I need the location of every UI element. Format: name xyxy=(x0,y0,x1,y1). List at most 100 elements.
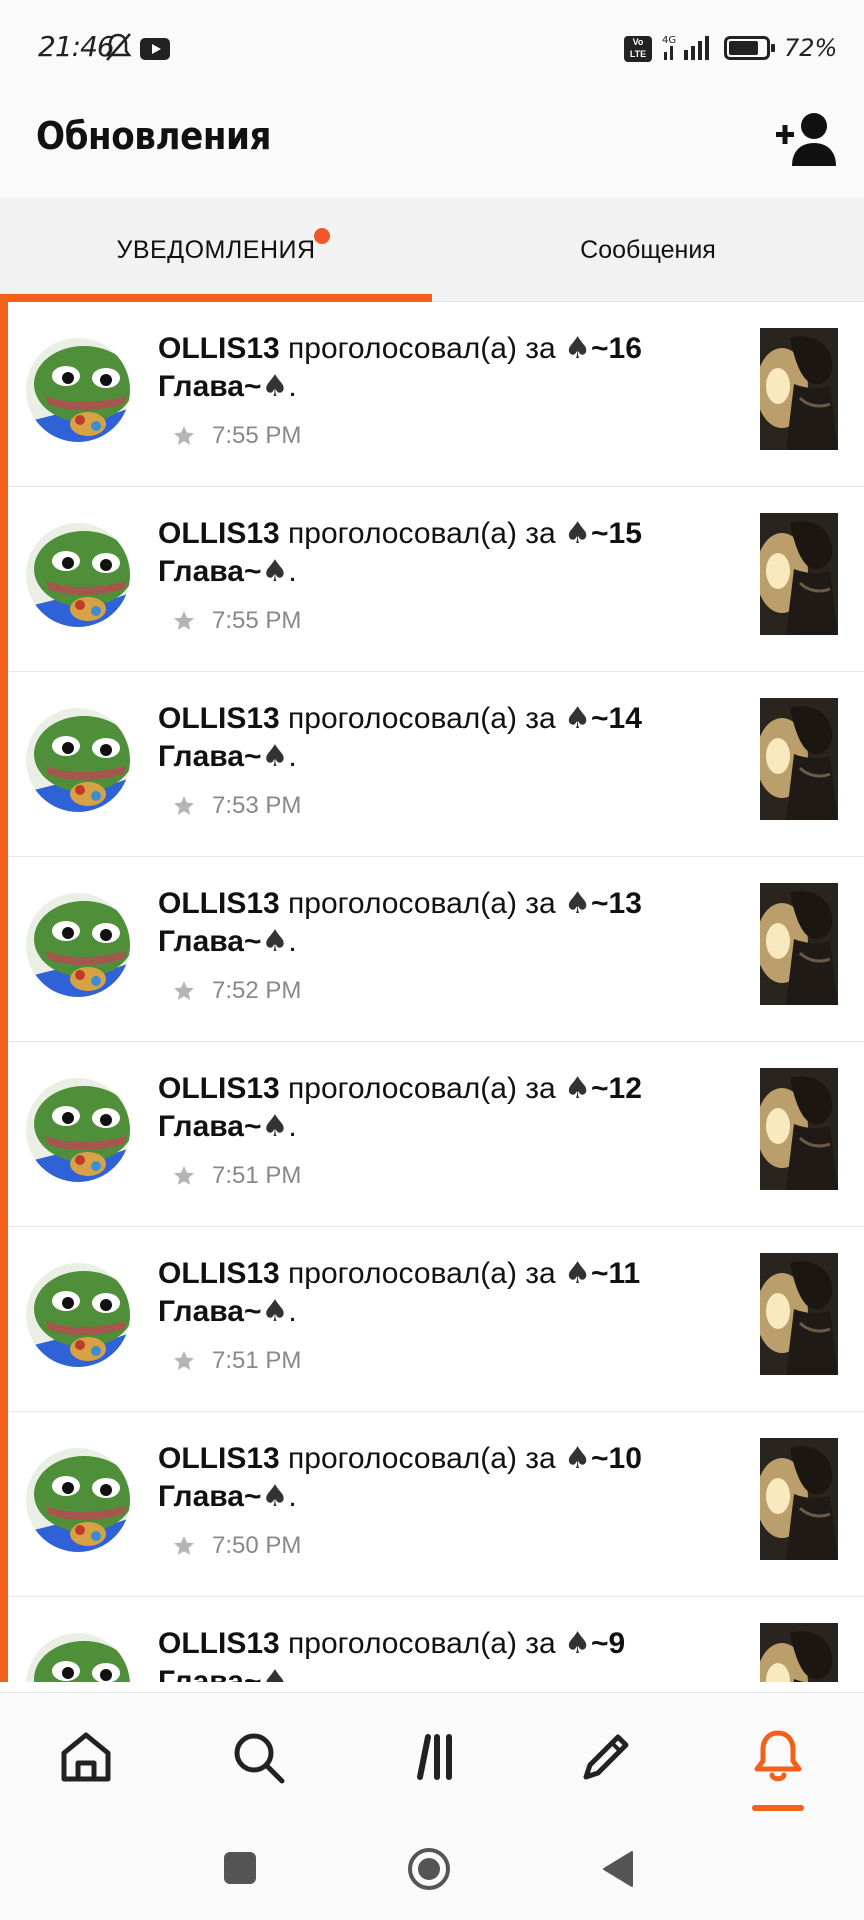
battery-icon xyxy=(724,36,775,60)
avatar[interactable] xyxy=(26,893,130,997)
story-thumbnail[interactable] xyxy=(760,883,838,1005)
star-icon xyxy=(174,796,194,815)
search-icon[interactable] xyxy=(228,1727,288,1787)
notification-row[interactable]: OLLIS13 проголосовал(а) за ♠~15 Глава~♠. … xyxy=(8,487,864,672)
time-row: 7:50 PM xyxy=(172,1530,301,1562)
notification-row[interactable]: OLLIS13 проголосовал(а) за ♠~11 Глава~♠. … xyxy=(8,1227,864,1412)
story-thumbnail[interactable] xyxy=(760,328,838,450)
action-text: проголосовал(а) за xyxy=(279,1627,565,1660)
avatar[interactable] xyxy=(26,708,130,812)
spade-icon: ♠ xyxy=(564,1441,591,1476)
home-icon[interactable] xyxy=(56,1727,116,1787)
page-title: Обновления xyxy=(36,114,272,158)
notification-badge xyxy=(314,228,330,244)
bell-icon[interactable] xyxy=(748,1727,808,1787)
username[interactable]: OLLIS13 xyxy=(158,1442,280,1475)
spade-icon: ♠ xyxy=(564,1071,591,1106)
add-user-icon[interactable] xyxy=(776,110,840,168)
notification-text: OLLIS13 проголосовал(а) за ♠~10 Глава~♠. xyxy=(158,1440,698,1516)
active-nav-indicator xyxy=(752,1805,804,1811)
notification-text: OLLIS13 проголосовал(а) за ♠~14 Глава~♠. xyxy=(158,700,698,776)
home-circle-icon[interactable] xyxy=(406,1846,452,1892)
signal-icon: 4G xyxy=(662,35,709,60)
story-thumbnail[interactable] xyxy=(760,1253,838,1375)
tab-notifications-label: УВЕДОМЛЕНИЯ xyxy=(116,235,316,264)
timestamp: 7:52 PM xyxy=(212,977,302,1004)
recent-apps-icon[interactable] xyxy=(224,1852,256,1884)
star-icon xyxy=(174,611,194,630)
notification-row[interactable]: OLLIS13 проголосовал(а) за ♠~16 Глава~♠. … xyxy=(8,302,864,487)
time-row: 7:55 PM xyxy=(172,420,301,452)
story-thumbnail[interactable] xyxy=(760,513,838,635)
suffix: . xyxy=(288,740,297,773)
avatar[interactable] xyxy=(26,1448,130,1552)
username[interactable]: OLLIS13 xyxy=(158,702,280,735)
notification-row[interactable]: OLLIS13 проголосовал(а) за ♠~9 Глава~♠. xyxy=(8,1597,864,1682)
action-text: проголосовал(а) за xyxy=(279,1072,565,1105)
spade-icon: ♠ xyxy=(261,1294,289,1329)
story-thumbnail[interactable] xyxy=(760,1068,838,1190)
status-time: 21:46 xyxy=(38,30,115,63)
spade-icon: ♠ xyxy=(564,1256,591,1291)
tab-messages-label: Сообщения xyxy=(580,235,716,264)
time-row: 7:52 PM xyxy=(172,975,301,1007)
spade-icon: ♠ xyxy=(261,924,289,959)
action-text: проголосовал(а) за xyxy=(279,332,565,365)
bottom-nav xyxy=(0,1692,864,1822)
pencil-icon[interactable] xyxy=(576,1727,636,1787)
tab-bar: УВЕДОМЛЕНИЯ Сообщения xyxy=(0,198,864,302)
suffix: . xyxy=(288,1110,297,1143)
story-thumbnail[interactable] xyxy=(760,698,838,820)
notification-row[interactable]: OLLIS13 проголосовал(а) за ♠~14 Глава~♠. … xyxy=(8,672,864,857)
avatar[interactable] xyxy=(26,338,130,442)
suffix: . xyxy=(288,1665,297,1682)
notification-text: OLLIS13 проголосовал(а) за ♠~12 Глава~♠. xyxy=(158,1070,698,1146)
notification-list[interactable]: OLLIS13 проголосовал(а) за ♠~16 Глава~♠. … xyxy=(8,302,864,1682)
action-text: проголосовал(а) за xyxy=(279,887,565,920)
network-label: 4G xyxy=(662,35,676,46)
suffix: . xyxy=(288,1480,297,1513)
system-nav-bar xyxy=(0,1822,864,1920)
username[interactable]: OLLIS13 xyxy=(158,332,280,365)
spade-icon: ♠ xyxy=(261,1479,289,1514)
timestamp: 7:50 PM xyxy=(212,1532,302,1559)
notification-row[interactable]: OLLIS13 проголосовал(а) за ♠~13 Глава~♠. … xyxy=(8,857,864,1042)
spade-icon: ♠ xyxy=(261,369,289,404)
star-icon xyxy=(174,1166,194,1185)
avatar[interactable] xyxy=(26,1263,130,1367)
library-icon[interactable] xyxy=(404,1727,464,1787)
notification-text: OLLIS13 проголосовал(а) за ♠~15 Глава~♠. xyxy=(158,515,698,591)
story-thumbnail[interactable] xyxy=(760,1623,838,1682)
notification-row[interactable]: OLLIS13 проголосовал(а) за ♠~12 Глава~♠. … xyxy=(8,1042,864,1227)
username[interactable]: OLLIS13 xyxy=(158,1072,280,1105)
username[interactable]: OLLIS13 xyxy=(158,517,280,550)
timestamp: 7:55 PM xyxy=(212,607,302,634)
timestamp: 7:53 PM xyxy=(212,792,302,819)
notification-text: OLLIS13 проголосовал(а) за ♠~13 Глава~♠. xyxy=(158,885,698,961)
username[interactable]: OLLIS13 xyxy=(158,1257,280,1290)
action-text: проголосовал(а) за xyxy=(279,517,565,550)
avatar[interactable] xyxy=(26,1078,130,1182)
notification-text: OLLIS13 проголосовал(а) за ♠~16 Глава~♠. xyxy=(158,330,698,406)
spade-icon: ♠ xyxy=(261,1664,289,1682)
youtube-icon xyxy=(140,38,170,60)
tab-notifications[interactable]: УВЕДОМЛЕНИЯ xyxy=(0,198,432,302)
time-row: 7:53 PM xyxy=(172,790,301,822)
story-thumbnail[interactable] xyxy=(760,1438,838,1560)
time-row: 7:51 PM xyxy=(172,1345,301,1377)
username[interactable]: OLLIS13 xyxy=(158,1627,280,1660)
time-row: 7:51 PM xyxy=(172,1160,301,1192)
avatar[interactable] xyxy=(26,1633,130,1682)
username[interactable]: OLLIS13 xyxy=(158,887,280,920)
avatar[interactable] xyxy=(26,523,130,627)
app-header: Обновления xyxy=(0,96,864,198)
notification-row[interactable]: OLLIS13 проголосовал(а) за ♠~10 Глава~♠. … xyxy=(8,1412,864,1597)
time-row: 7:55 PM xyxy=(172,605,301,637)
timestamp: 7:55 PM xyxy=(212,422,302,449)
tab-messages[interactable]: Сообщения xyxy=(432,198,864,302)
timestamp: 7:51 PM xyxy=(212,1162,302,1189)
bell-off-icon xyxy=(104,33,132,61)
back-icon[interactable] xyxy=(602,1850,634,1888)
spade-icon: ♠ xyxy=(564,331,591,366)
star-icon xyxy=(174,426,194,445)
